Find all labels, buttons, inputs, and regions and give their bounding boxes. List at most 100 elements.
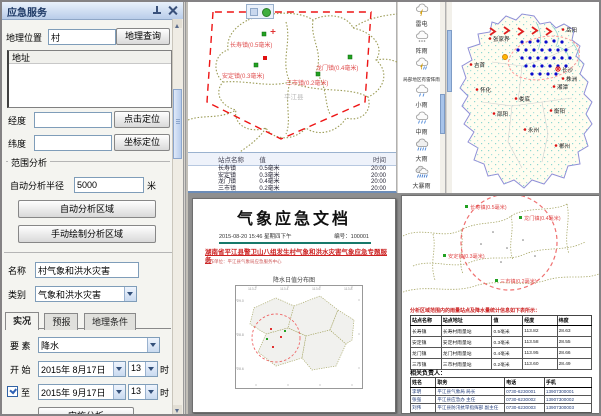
svg-text:113.4: 113.4 bbox=[280, 287, 289, 291]
start-hour-select[interactable]: 13 bbox=[128, 361, 158, 377]
end-time-checkbox[interactable] bbox=[7, 386, 18, 397]
table-header-cell: 经度 bbox=[523, 316, 557, 326]
table-cell: 平江县气象局 局长 bbox=[436, 388, 505, 396]
station-marker[interactable]: 长寿镇(0.5毫米) bbox=[230, 29, 276, 49]
end-hour-value: 13 bbox=[131, 386, 141, 396]
table-cell: 0.5毫米 bbox=[257, 166, 326, 173]
table-header-cell: 站点名称 bbox=[188, 153, 257, 166]
header-rule bbox=[219, 242, 371, 244]
table-cell: 长寿镇 bbox=[188, 166, 257, 173]
svg-text:龙门镇(0.4毫米): 龙门镇(0.4毫米) bbox=[524, 214, 561, 222]
table-row: 安定镇安定村雨量站0.3毫米113.5828.55 bbox=[411, 337, 592, 348]
chevron-down-icon[interactable] bbox=[145, 362, 157, 376]
chevron-down-icon[interactable] bbox=[145, 385, 157, 399]
table-row: 站点名称值时间 bbox=[188, 153, 396, 166]
start-date-select[interactable]: 2015年 8月17日 bbox=[38, 361, 126, 377]
scroll-down-icon[interactable] bbox=[173, 405, 182, 414]
address-listbox[interactable]: 地址 bbox=[7, 50, 172, 108]
geo-query-button[interactable]: 地理查询 bbox=[116, 28, 170, 45]
scrollbar-thumb[interactable] bbox=[440, 94, 445, 134]
coord-locate-button[interactable]: 坐标定位 bbox=[114, 134, 170, 151]
persons-table: 姓名职务电话手机李明平江县气象局 局长0730-6230001139073000… bbox=[410, 377, 592, 414]
latitude-input[interactable] bbox=[34, 135, 112, 151]
svg-text:岳阳: 岳阳 bbox=[566, 26, 577, 34]
table-cell: 三市镇 bbox=[188, 186, 257, 193]
station-marker[interactable]: 龙门镇(0.4毫米) bbox=[316, 55, 358, 72]
table-cell: 113.95 bbox=[523, 348, 557, 359]
svg-text:永州: 永州 bbox=[528, 126, 539, 134]
panel-body: 地理位置 地理查询 地址 经度 点击定位 纬度 坐标定位 范围分析 自动分析半径… bbox=[2, 19, 173, 414]
select-tool-icon[interactable] bbox=[250, 8, 258, 16]
svg-text:怀化: 怀化 bbox=[480, 86, 492, 94]
table-cell: 28.66 bbox=[557, 348, 591, 359]
start-label: 开 始 bbox=[10, 363, 31, 376]
category-select[interactable]: 气象和洪水灾害 bbox=[35, 286, 137, 302]
element-select[interactable]: 降水 bbox=[38, 337, 160, 353]
light-rain-icon bbox=[413, 83, 431, 98]
end-hour-select[interactable]: 13 bbox=[128, 384, 158, 400]
table-cell: 0.4毫米 bbox=[492, 348, 523, 359]
locate-tool-icon[interactable] bbox=[262, 8, 271, 17]
auto-radius-label: 自动分析半径 bbox=[10, 179, 64, 192]
legend-item: 雷电 bbox=[398, 2, 445, 29]
table-row: 龙门镇龙门村雨量站0.4毫米113.9528.66 bbox=[411, 348, 592, 359]
province-map-canvas[interactable]: 岳阳 张家界 吉首 怀化 娄底 长沙 株洲 湘潭 衡阳 邵阳 永州 郴州 bbox=[452, 2, 601, 193]
svg-text:安定镇(0.3毫米): 安定镇(0.3毫米) bbox=[222, 72, 264, 80]
auto-analyze-area-button[interactable]: 自动分析区域 bbox=[18, 200, 156, 218]
event-name-input[interactable] bbox=[35, 262, 139, 278]
panel-scrollbar[interactable] bbox=[172, 19, 183, 414]
click-locate-button[interactable]: 点击定位 bbox=[114, 111, 170, 128]
category-label: 类别 bbox=[8, 288, 26, 301]
county-map-canvas[interactable]: 长寿镇(0.5毫米) 安定镇(0.3毫米) 龙门镇(0.4毫米) 三市镇(0.2… bbox=[188, 2, 397, 152]
station-marker[interactable]: 安定镇(0.3毫米) bbox=[222, 56, 267, 80]
table-cell: 0.2毫米 bbox=[257, 186, 326, 193]
table-cell: 13907300003 bbox=[544, 404, 591, 412]
geo-location-input[interactable] bbox=[48, 29, 116, 45]
rainfall-figure: 113.2113.4 113.6113.8 29.028.828.6 bbox=[235, 285, 363, 389]
chevron-down-icon[interactable] bbox=[113, 362, 125, 376]
table-cell: 0730-6230004 bbox=[505, 412, 545, 414]
warning-marker bbox=[502, 54, 507, 59]
pin-icon[interactable] bbox=[153, 6, 161, 15]
chevron-down-icon[interactable] bbox=[113, 385, 125, 399]
province-map-panel[interactable]: 岳阳 张家界 吉首 怀化 娄底 长沙 株洲 湘潭 衡阳 邵阳 永州 郴州 bbox=[447, 2, 601, 193]
analysis-map-panel[interactable]: 长寿镇(0.5毫米) 安定镇(0.3毫米) 龙门镇(0.4毫米) 三市镇(0.2… bbox=[188, 2, 397, 193]
station-table[interactable]: 站点名称值时间长寿镇0.5毫米20:00安定镇0.3毫米20:00龙门镇0.4毫… bbox=[188, 153, 396, 192]
svg-text:株洲: 株洲 bbox=[566, 75, 578, 83]
map-toolbar[interactable] bbox=[246, 4, 274, 19]
legend-label: 中雨 bbox=[398, 130, 445, 137]
station-marker[interactable]: 三市镇(0.2毫米) bbox=[286, 72, 328, 87]
table-cell: 张强 bbox=[411, 396, 436, 404]
close-icon[interactable] bbox=[168, 5, 177, 14]
svg-text:长寿镇(0.5毫米): 长寿镇(0.5毫米) bbox=[470, 203, 507, 211]
table-cell: 13907300002 bbox=[544, 396, 591, 404]
table-cell: 0.5毫米 bbox=[492, 326, 523, 337]
tab-live[interactable]: 实况 bbox=[5, 312, 39, 330]
end-date-select[interactable]: 2015年 9月17日 bbox=[38, 384, 126, 400]
manual-draw-area-button[interactable]: 手动绘制分析区域 bbox=[18, 225, 156, 243]
longitude-label: 经度 bbox=[8, 114, 26, 127]
svg-text:娄底: 娄底 bbox=[519, 95, 531, 103]
hour-suffix-label: 时 bbox=[160, 386, 169, 399]
table-cell: 28.55 bbox=[557, 337, 591, 348]
chevron-down-icon[interactable] bbox=[147, 338, 159, 352]
longitude-input[interactable] bbox=[34, 112, 112, 128]
tab-geo-condition[interactable]: 地理条件 bbox=[84, 313, 136, 330]
persons-heading: 相关负责人： bbox=[410, 368, 446, 377]
report-intro-line: 分析区域范围内的雨量站点及降水量统计信息如下表所示： bbox=[410, 307, 594, 314]
tab-forecast[interactable]: 预报 bbox=[44, 313, 78, 330]
legend-label: 雷电 bbox=[398, 22, 445, 29]
scrollbar-thumb[interactable] bbox=[173, 89, 182, 159]
document-number: 编号：100001 bbox=[334, 232, 369, 240]
table-cell: 三市村雨量站 bbox=[441, 359, 492, 370]
shower-icon bbox=[413, 29, 431, 44]
legend-scrollbar[interactable] bbox=[440, 2, 445, 193]
panel-title-bar[interactable]: 应急服务 bbox=[2, 2, 183, 20]
auto-radius-input[interactable] bbox=[74, 177, 144, 193]
emergency-service-panel: 应急服务 地理位置 地理查询 地址 经度 点击定位 纬度 坐标定位 范围分析 自… bbox=[2, 2, 184, 414]
start-hour-value: 13 bbox=[131, 363, 141, 373]
scroll-up-icon[interactable] bbox=[173, 19, 182, 28]
chevron-down-icon[interactable] bbox=[124, 287, 136, 301]
station-table-container: 站点名称值时间长寿镇0.5毫米20:00安定镇0.3毫米20:00龙门镇0.4毫… bbox=[188, 152, 396, 192]
run-analysis-button[interactable]: 实施分析 bbox=[38, 407, 134, 416]
